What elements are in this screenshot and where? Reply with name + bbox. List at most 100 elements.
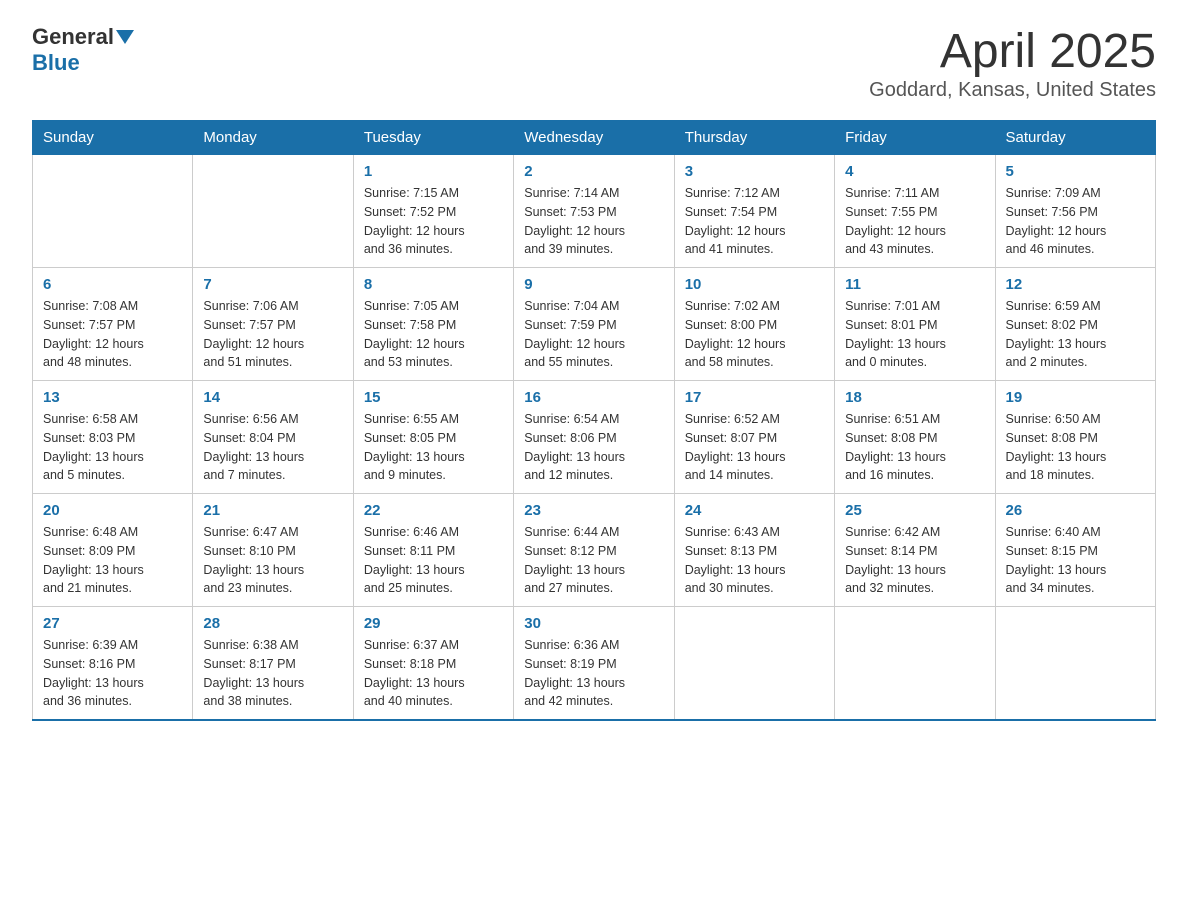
day-info: Sunrise: 6:38 AMSunset: 8:17 PMDaylight:… (203, 636, 342, 711)
day-number: 5 (1006, 163, 1145, 180)
calendar-cell: 11Sunrise: 7:01 AMSunset: 8:01 PMDayligh… (835, 268, 995, 381)
day-number: 17 (685, 389, 824, 406)
col-header-friday: Friday (835, 121, 995, 155)
calendar-cell: 3 Sunrise: 7:12 AMSunset: 7:54 PMDaylight… (674, 155, 834, 268)
col-header-tuesday: Tuesday (353, 121, 513, 155)
calendar-cell: 16 Sunrise: 6:54 AMSunset: 8:06 PMDayligh… (514, 381, 674, 494)
day-number: 27 (43, 615, 182, 632)
calendar-cell: 19 Sunrise: 6:50 AMSunset: 8:08 PMDayligh… (995, 381, 1155, 494)
day-number: 26 (1006, 502, 1145, 519)
day-number: 14 (203, 389, 342, 406)
calendar-week-row: 6 Sunrise: 7:08 AMSunset: 7:57 PMDaylight… (33, 268, 1156, 381)
page-header: General Blue April 2025 Goddard, Kansas,… (32, 24, 1156, 102)
day-info: Sunrise: 7:09 AMSunset: 7:56 PMDaylight:… (1006, 184, 1145, 259)
calendar-week-row: 1Sunrise: 7:15 AMSunset: 7:52 PMDaylight… (33, 155, 1156, 268)
calendar-cell: 8 Sunrise: 7:05 AMSunset: 7:58 PMDaylight… (353, 268, 513, 381)
day-info: Sunrise: 7:08 AMSunset: 7:57 PMDaylight:… (43, 297, 182, 372)
logo-arrow-icon (116, 30, 134, 44)
calendar-cell: 7Sunrise: 7:06 AMSunset: 7:57 PMDaylight… (193, 268, 353, 381)
calendar-cell (33, 155, 193, 268)
col-header-thursday: Thursday (674, 121, 834, 155)
calendar-cell: 10 Sunrise: 7:02 AMSunset: 8:00 PMDayligh… (674, 268, 834, 381)
calendar-header-row: SundayMondayTuesdayWednesdayThursdayFrid… (33, 121, 1156, 155)
day-info: Sunrise: 6:42 AMSunset: 8:14 PMDaylight:… (845, 523, 984, 598)
day-number: 10 (685, 276, 824, 293)
calendar-week-row: 27 Sunrise: 6:39 AMSunset: 8:16 PMDayligh… (33, 607, 1156, 721)
day-info: Sunrise: 6:50 AMSunset: 8:08 PMDaylight:… (1006, 410, 1145, 485)
day-info: Sunrise: 6:46 AMSunset: 8:11 PMDaylight:… (364, 523, 503, 598)
calendar-cell: 20 Sunrise: 6:48 AMSunset: 8:09 PMDayligh… (33, 494, 193, 607)
day-number: 7 (203, 276, 342, 293)
title-block: April 2025 Goddard, Kansas, United State… (869, 24, 1156, 102)
day-info: Sunrise: 6:47 AMSunset: 8:10 PMDaylight:… (203, 523, 342, 598)
day-number: 25 (845, 502, 984, 519)
calendar-cell: 12 Sunrise: 6:59 AMSunset: 8:02 PMDayligh… (995, 268, 1155, 381)
day-info: Sunrise: 6:58 AMSunset: 8:03 PMDaylight:… (43, 410, 182, 485)
calendar-cell: 4Sunrise: 7:11 AMSunset: 7:55 PMDaylight… (835, 155, 995, 268)
calendar-cell (193, 155, 353, 268)
day-number: 29 (364, 615, 503, 632)
day-info: Sunrise: 7:02 AMSunset: 8:00 PMDaylight:… (685, 297, 824, 372)
day-number: 21 (203, 502, 342, 519)
calendar-cell (674, 607, 834, 721)
calendar-cell: 5 Sunrise: 7:09 AMSunset: 7:56 PMDaylight… (995, 155, 1155, 268)
calendar-cell: 18Sunrise: 6:51 AMSunset: 8:08 PMDayligh… (835, 381, 995, 494)
day-info: Sunrise: 6:48 AMSunset: 8:09 PMDaylight:… (43, 523, 182, 598)
day-number: 13 (43, 389, 182, 406)
calendar-cell: 2Sunrise: 7:14 AMSunset: 7:53 PMDaylight… (514, 155, 674, 268)
calendar-title: April 2025 (869, 24, 1156, 79)
calendar-cell: 28 Sunrise: 6:38 AMSunset: 8:17 PMDayligh… (193, 607, 353, 721)
day-number: 3 (685, 163, 824, 180)
logo-general-text: General (32, 24, 114, 50)
day-number: 12 (1006, 276, 1145, 293)
day-number: 24 (685, 502, 824, 519)
day-info: Sunrise: 6:40 AMSunset: 8:15 PMDaylight:… (1006, 523, 1145, 598)
day-number: 8 (364, 276, 503, 293)
calendar-cell (835, 607, 995, 721)
day-number: 9 (524, 276, 663, 293)
col-header-sunday: Sunday (33, 121, 193, 155)
day-info: Sunrise: 7:04 AMSunset: 7:59 PMDaylight:… (524, 297, 663, 372)
day-number: 11 (845, 276, 984, 293)
calendar-week-row: 20 Sunrise: 6:48 AMSunset: 8:09 PMDayligh… (33, 494, 1156, 607)
calendar-cell: 9 Sunrise: 7:04 AMSunset: 7:59 PMDaylight… (514, 268, 674, 381)
logo-blue-text: Blue (32, 50, 80, 75)
day-number: 15 (364, 389, 503, 406)
day-info: Sunrise: 6:54 AMSunset: 8:06 PMDaylight:… (524, 410, 663, 485)
day-info: Sunrise: 6:52 AMSunset: 8:07 PMDaylight:… (685, 410, 824, 485)
day-info: Sunrise: 6:55 AMSunset: 8:05 PMDaylight:… (364, 410, 503, 485)
day-info: Sunrise: 6:36 AMSunset: 8:19 PMDaylight:… (524, 636, 663, 711)
calendar-cell: 14Sunrise: 6:56 AMSunset: 8:04 PMDayligh… (193, 381, 353, 494)
calendar-cell: 13 Sunrise: 6:58 AMSunset: 8:03 PMDayligh… (33, 381, 193, 494)
day-number: 2 (524, 163, 663, 180)
day-number: 6 (43, 276, 182, 293)
calendar-cell: 6 Sunrise: 7:08 AMSunset: 7:57 PMDaylight… (33, 268, 193, 381)
calendar-cell: 23Sunrise: 6:44 AMSunset: 8:12 PMDayligh… (514, 494, 674, 607)
col-header-wednesday: Wednesday (514, 121, 674, 155)
logo: General Blue (32, 24, 136, 76)
calendar-week-row: 13 Sunrise: 6:58 AMSunset: 8:03 PMDayligh… (33, 381, 1156, 494)
day-number: 20 (43, 502, 182, 519)
day-info: Sunrise: 6:59 AMSunset: 8:02 PMDaylight:… (1006, 297, 1145, 372)
day-info: Sunrise: 7:12 AMSunset: 7:54 PMDaylight:… (685, 184, 824, 259)
calendar-cell: 1Sunrise: 7:15 AMSunset: 7:52 PMDaylight… (353, 155, 513, 268)
day-number: 23 (524, 502, 663, 519)
calendar-cell: 22 Sunrise: 6:46 AMSunset: 8:11 PMDayligh… (353, 494, 513, 607)
day-number: 19 (1006, 389, 1145, 406)
day-number: 28 (203, 615, 342, 632)
calendar-cell: 27 Sunrise: 6:39 AMSunset: 8:16 PMDayligh… (33, 607, 193, 721)
day-info: Sunrise: 7:05 AMSunset: 7:58 PMDaylight:… (364, 297, 503, 372)
col-header-saturday: Saturday (995, 121, 1155, 155)
day-info: Sunrise: 6:37 AMSunset: 8:18 PMDaylight:… (364, 636, 503, 711)
calendar-cell: 21 Sunrise: 6:47 AMSunset: 8:10 PMDayligh… (193, 494, 353, 607)
calendar-cell: 15 Sunrise: 6:55 AMSunset: 8:05 PMDayligh… (353, 381, 513, 494)
calendar-cell: 24Sunrise: 6:43 AMSunset: 8:13 PMDayligh… (674, 494, 834, 607)
calendar-cell: 25 Sunrise: 6:42 AMSunset: 8:14 PMDayligh… (835, 494, 995, 607)
calendar-subtitle: Goddard, Kansas, United States (869, 79, 1156, 102)
day-info: Sunrise: 6:39 AMSunset: 8:16 PMDaylight:… (43, 636, 182, 711)
day-number: 22 (364, 502, 503, 519)
col-header-monday: Monday (193, 121, 353, 155)
day-number: 18 (845, 389, 984, 406)
day-number: 16 (524, 389, 663, 406)
day-number: 1 (364, 163, 503, 180)
